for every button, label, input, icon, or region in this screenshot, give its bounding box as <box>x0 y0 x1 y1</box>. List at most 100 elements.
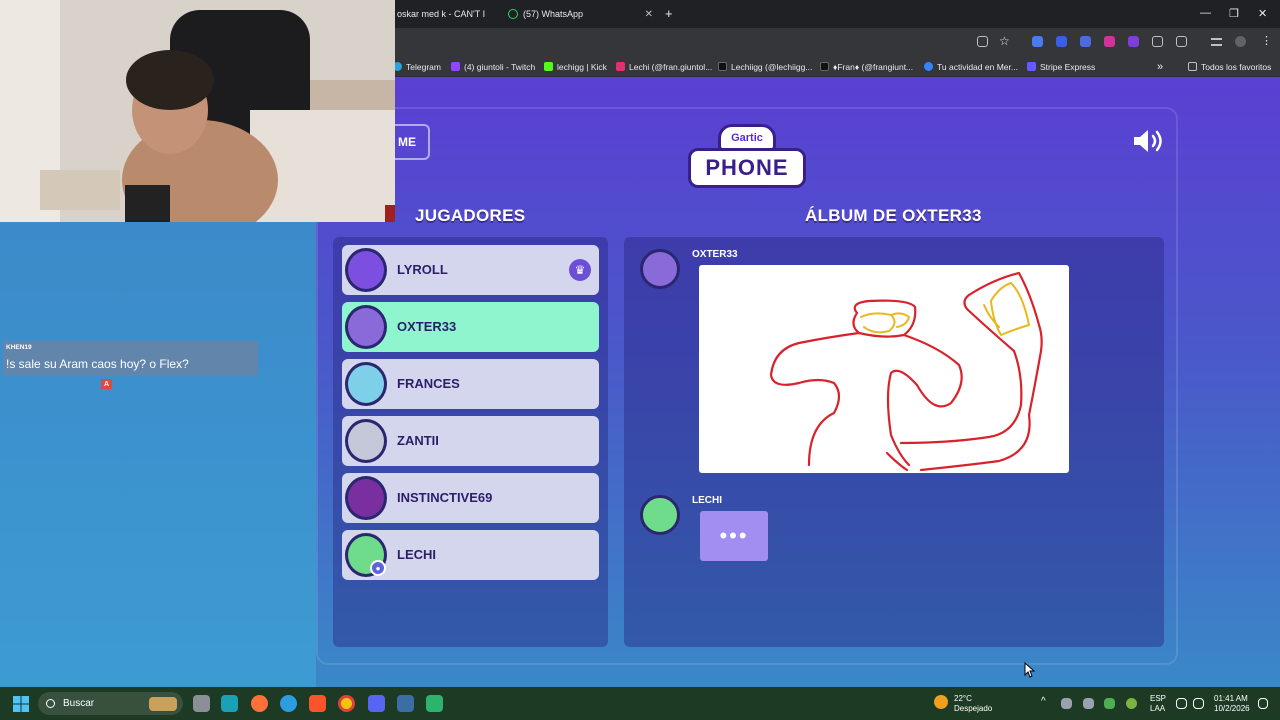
reading-list-icon[interactable] <box>1211 38 1222 46</box>
players-title: JUGADORES <box>415 206 526 225</box>
all-bookmarks-folder[interactable]: Todos los favoritos <box>1188 60 1271 73</box>
bookmark-stripe[interactable]: Stripe Express <box>1027 60 1095 73</box>
bookmark-kick[interactable]: lechigg | Kick <box>544 60 607 73</box>
taskbar-search[interactable]: Buscar <box>38 692 183 715</box>
task-view-icon[interactable] <box>193 695 210 712</box>
browser-tab[interactable]: oskar med k - CAN'T I ✕ <box>397 4 497 24</box>
new-tab-button[interactable]: + <box>665 6 673 21</box>
player-avatar <box>345 305 387 349</box>
drawing-canvas <box>769 271 1043 472</box>
bookmark-label: Stripe Express <box>1040 61 1096 72</box>
tray-icon[interactable] <box>1083 698 1094 709</box>
player-name: ZANTII <box>397 433 439 448</box>
player-name: INSTINCTIVE69 <box>397 490 493 505</box>
firefox-icon[interactable] <box>251 695 268 712</box>
album-author-avatar <box>640 495 680 535</box>
bookmark-instagram[interactable]: Lechi (@fran.giuntol... <box>616 60 712 73</box>
clock-date[interactable]: 10/2/2026 <box>1214 704 1250 714</box>
browser-menu-icon[interactable]: ⋮ <box>1261 34 1272 47</box>
browser-tab-whatsapp[interactable]: (57) WhatsApp ✕ <box>508 4 653 24</box>
player-name: LECHI <box>397 547 436 562</box>
edge-icon[interactable] <box>280 695 297 712</box>
crown-icon: ♛ <box>569 259 591 281</box>
close-tab-icon[interactable]: ✕ <box>645 9 653 20</box>
stripe-icon <box>1027 62 1036 71</box>
tray-icon[interactable] <box>1104 698 1115 709</box>
player-card[interactable]: FRANCES <box>342 359 599 409</box>
weather-icon[interactable] <box>934 695 948 709</box>
bookmark-x[interactable]: ♦Fran♦ (@frangiunt... <box>820 60 913 73</box>
player-avatar <box>345 476 387 520</box>
bookmark-label: (4) giuntoli - Twitch <box>464 61 536 72</box>
chat-text: !s sale su Aram caos hoy? o Flex? <box>6 357 189 371</box>
player-card[interactable]: LECHI ● <box>342 530 599 580</box>
mercadolibre-icon <box>924 62 933 71</box>
tray-icon[interactable] <box>1061 698 1072 709</box>
bookmark-label: Todos los favoritos <box>1201 61 1272 72</box>
close-window-icon[interactable]: ✕ <box>1258 7 1267 20</box>
mute-tab-icon[interactable] <box>977 36 988 47</box>
whatsapp-icon <box>508 9 518 19</box>
chat-badge: A <box>101 379 112 389</box>
notification-bell-icon[interactable] <box>1258 698 1268 709</box>
instagram-icon <box>616 62 625 71</box>
album-author-name: OXTER33 <box>692 249 738 260</box>
language-bottom[interactable]: LAA <box>1150 704 1165 714</box>
microphone-icon[interactable] <box>1126 698 1137 709</box>
bookmark-telegram[interactable]: Telegram <box>393 60 441 73</box>
extensions-puzzle-icon[interactable] <box>1176 36 1187 47</box>
extension-icon[interactable] <box>1056 36 1067 47</box>
players-panel: LYROLL ♛ OXTER33 FRANCES ZANTII INSTINCT… <box>333 237 608 647</box>
player-card[interactable]: LYROLL ♛ <box>342 245 599 295</box>
bookmark-label: Tu actividad en Mer... <box>937 61 1018 72</box>
sound-icon[interactable] <box>1132 127 1166 155</box>
extension-icon[interactable] <box>1152 36 1163 47</box>
mouse-cursor-icon <box>1024 662 1036 678</box>
player-card-active[interactable]: OXTER33 <box>342 302 599 352</box>
app-icon[interactable] <box>426 695 443 712</box>
restore-icon[interactable]: ❐ <box>1229 7 1239 20</box>
extension-icon[interactable] <box>1080 36 1091 47</box>
volume-icon[interactable] <box>1193 698 1204 709</box>
network-icon[interactable] <box>1176 698 1187 709</box>
logo-bottom-text: PHONE <box>688 148 806 188</box>
search-placeholder: Buscar <box>63 698 95 709</box>
star-bookmark-icon[interactable]: ☆ <box>999 34 1010 48</box>
tab-title: (57) WhatsApp <box>523 9 584 19</box>
more-bookmarks-icon[interactable]: » <box>1157 60 1163 73</box>
player-name: OXTER33 <box>397 319 457 334</box>
language-top[interactable]: ESP <box>1150 694 1166 704</box>
webcam-feed-image <box>0 0 395 222</box>
twitch-icon <box>451 62 460 71</box>
extension-icon[interactable] <box>1032 36 1043 47</box>
player-avatar <box>345 362 387 406</box>
app-icon[interactable] <box>221 695 238 712</box>
extension-icon[interactable] <box>1104 36 1115 47</box>
page-background-left <box>0 222 316 687</box>
album-drawing <box>699 265 1069 473</box>
player-card[interactable]: ZANTII <box>342 416 599 466</box>
bookmark-twitch[interactable]: (4) giuntoli - Twitch <box>451 60 535 73</box>
windows-start-icon[interactable] <box>13 696 29 712</box>
bookmark-tiktok[interactable]: Lechiigg (@lechiigg... <box>718 60 812 73</box>
clock-time[interactable]: 01:41 AM <box>1214 694 1248 704</box>
app-icon[interactable] <box>397 695 414 712</box>
typing-indicator: ••• <box>700 511 768 561</box>
bookmark-label: Lechiigg (@lechiigg... <box>731 61 813 72</box>
album-author-name: LECHI <box>692 495 722 506</box>
chrome-icon[interactable] <box>338 695 355 712</box>
tiktok-icon <box>718 62 727 71</box>
tray-chevron-icon[interactable]: ^ <box>1041 697 1046 707</box>
webcam-overlay <box>0 0 395 222</box>
user-icon: ● <box>370 560 386 576</box>
profile-avatar-icon[interactable] <box>1235 36 1246 47</box>
player-card[interactable]: INSTINCTIVE69 <box>342 473 599 523</box>
discord-icon[interactable] <box>368 695 385 712</box>
tab-title: oskar med k - CAN'T I <box>397 9 486 19</box>
minimize-icon[interactable]: — <box>1200 7 1211 19</box>
brave-icon[interactable] <box>309 695 326 712</box>
bookmark-mercadolibre[interactable]: Tu actividad en Mer... <box>924 60 1018 73</box>
windows-taskbar: Buscar 22°C Despejado ^ ESP LAA 01:41 AM… <box>0 687 1280 720</box>
extension-icon[interactable] <box>1128 36 1139 47</box>
bookmark-label: lechigg | Kick <box>557 61 607 72</box>
